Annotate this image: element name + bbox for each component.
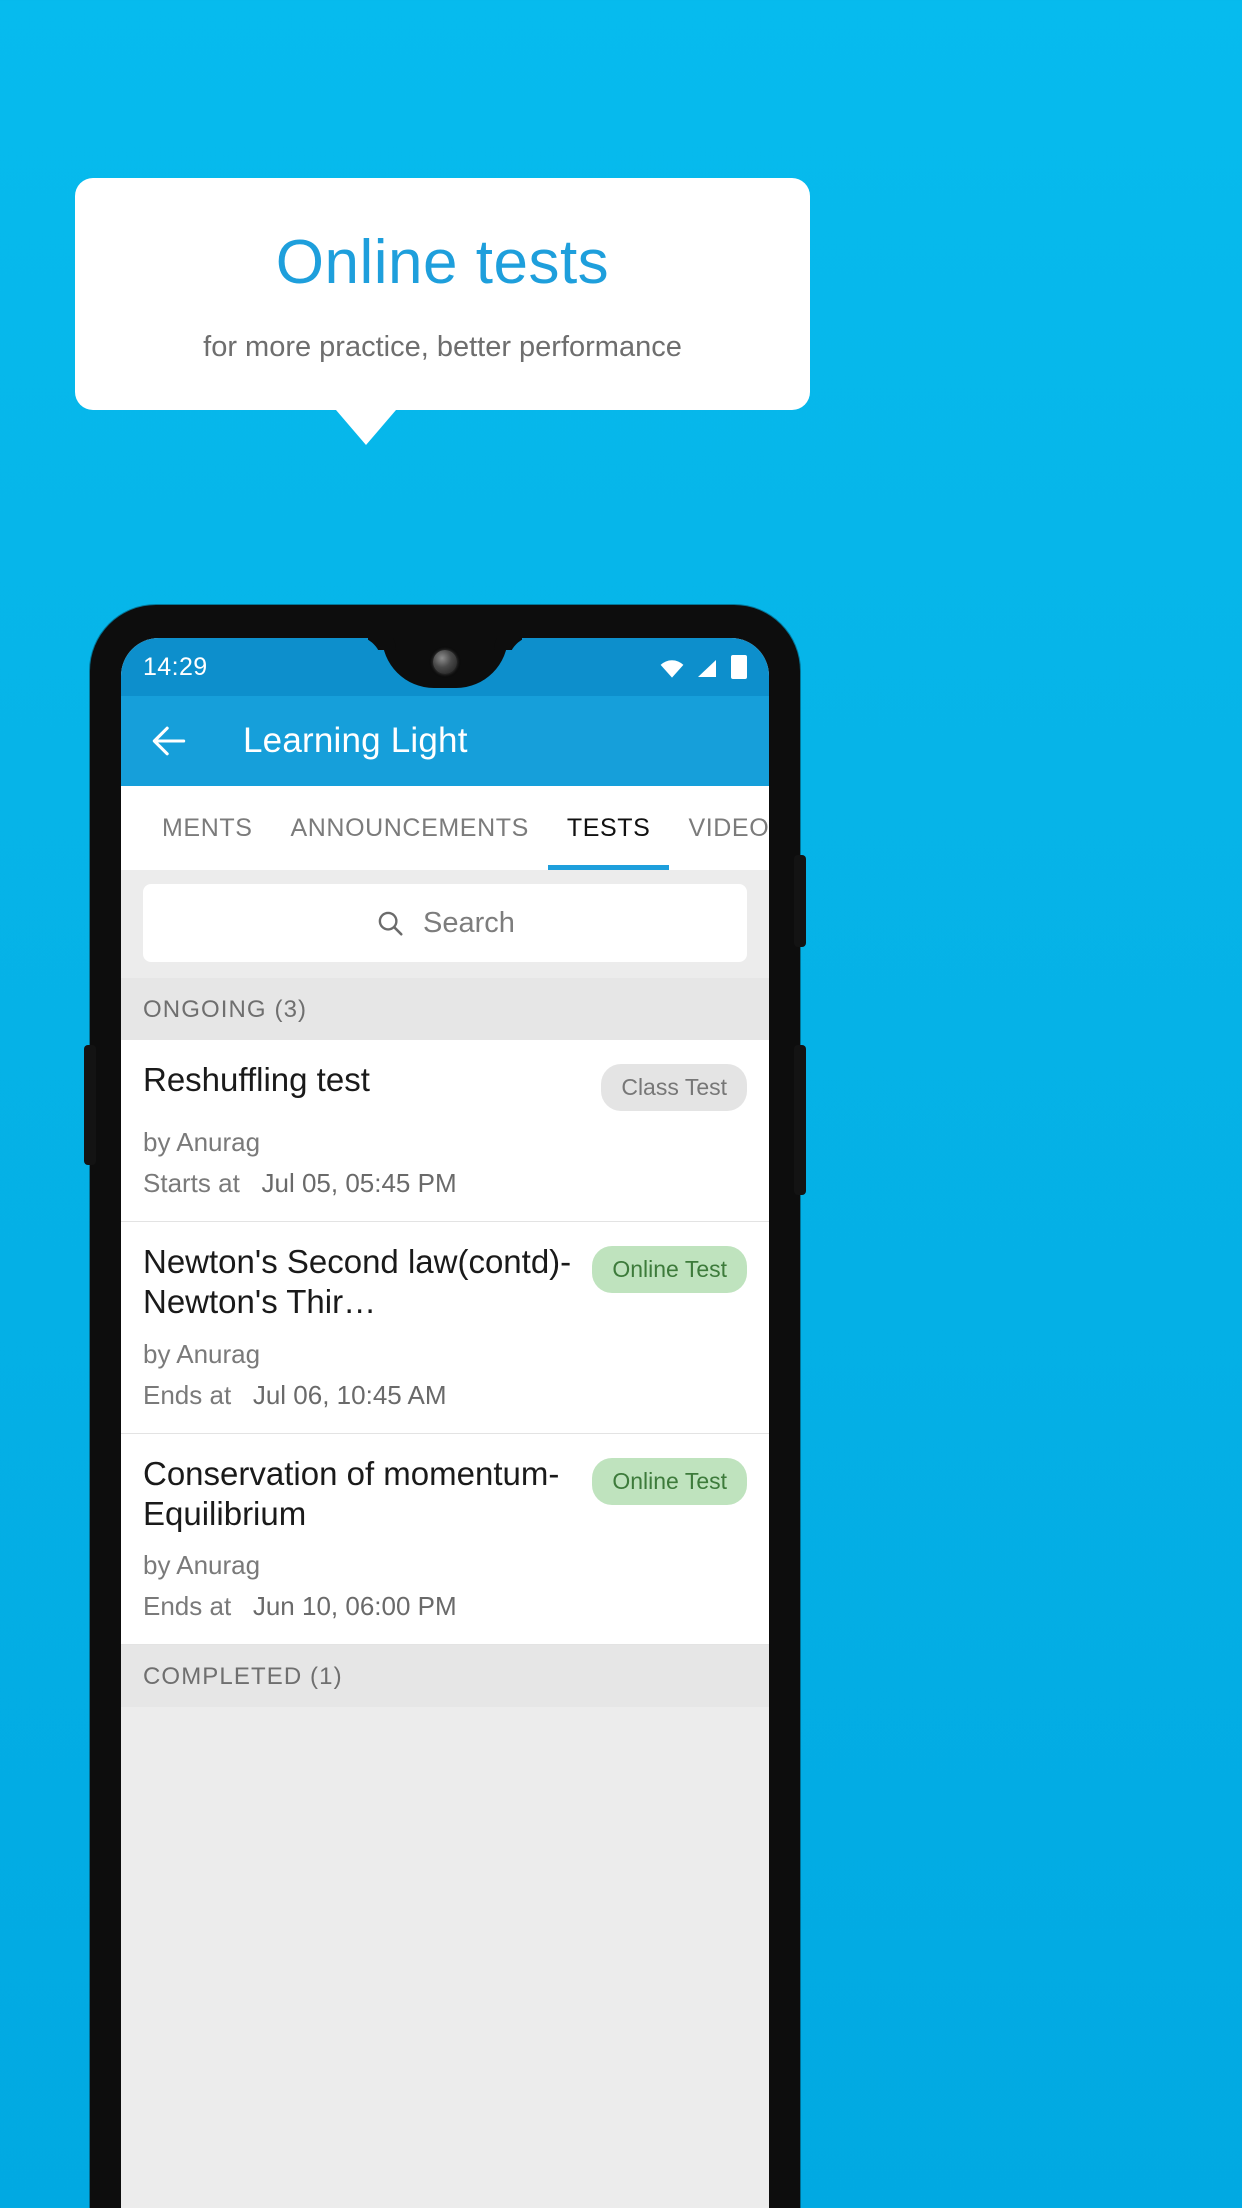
tab-announcements[interactable]: ANNOUNCEMENTS	[272, 786, 548, 870]
test-title: Conservation of momentum-Equilibrium	[143, 1454, 560, 1532]
signal-icon	[698, 660, 716, 677]
test-schedule-label: Ends at	[143, 1379, 232, 1410]
promo-subtitle: for more practice, better performance	[203, 331, 682, 364]
test-schedule-label: Starts at	[143, 1168, 240, 1198]
app-bar: Learning Light	[121, 696, 769, 786]
search-icon	[378, 911, 403, 936]
search-container: Search	[121, 870, 769, 978]
tab-bar: MENTS ANNOUNCEMENTS TESTS VIDEOS	[121, 786, 769, 870]
test-item-header: Reshuffling test Class Test	[143, 1060, 747, 1111]
test-item-header: Conservation of momentum-Equilibrium Onl…	[143, 1454, 747, 1535]
status-badge: Online Test	[592, 1457, 747, 1505]
tab-label: VIDEOS	[688, 813, 769, 842]
test-title: Newton's Second law(contd)-Newton's Thir…	[143, 1243, 572, 1321]
tab-label: TESTS	[566, 813, 651, 842]
test-schedule-label: Ends at	[143, 1591, 232, 1621]
tab-label: MENTS	[162, 813, 253, 842]
section-header-ongoing: ONGOING (3)	[121, 978, 769, 1040]
wifi-icon	[660, 660, 684, 678]
test-list-item[interactable]: Conservation of momentum-Equilibrium Onl…	[121, 1433, 769, 1645]
test-author: by Anurag	[143, 1127, 261, 1157]
search-input[interactable]: Search	[143, 884, 747, 962]
phone-power-button	[794, 855, 806, 947]
back-arrow-icon[interactable]	[147, 719, 191, 763]
test-schedule: Ends at Jun 10, 06:00 PM	[143, 1591, 747, 1622]
page-title: Learning Light	[243, 721, 468, 760]
status-icons	[659, 655, 747, 679]
battery-icon	[731, 655, 747, 679]
promo-card: Online tests for more practice, better p…	[75, 178, 810, 411]
test-author: by Anurag	[143, 1550, 261, 1580]
test-schedule: Ends at Jul 06, 10:45 AM	[143, 1380, 747, 1411]
test-schedule: Starts at Jul 05, 05:45 PM	[143, 1168, 747, 1199]
tab-label: ANNOUNCEMENTS	[290, 813, 529, 842]
test-author: by Anurag	[143, 1338, 261, 1369]
test-schedule-value: Jul 05, 05:45 PM	[261, 1168, 457, 1198]
test-schedule-value: Jul 06, 10:45 AM	[252, 1379, 447, 1410]
section-header-completed: COMPLETED (1)	[121, 1645, 769, 1707]
promo-callout: Online tests for more practice, better p…	[75, 178, 810, 446]
search-placeholder: Search	[423, 906, 515, 939]
front-camera-icon	[433, 650, 457, 674]
tests-list: Search ONGOING (3) Reshuffling test Clas…	[121, 870, 769, 2208]
promo-title: Online tests	[275, 228, 610, 297]
phone-notch	[382, 638, 508, 688]
test-item-header: Newton's Second law(contd)-Newton's Thir…	[143, 1242, 747, 1323]
phone-left-button	[84, 1045, 96, 1165]
status-badge: Class Test	[601, 1064, 747, 1111]
test-list-item[interactable]: Newton's Second law(contd)-Newton's Thir…	[121, 1222, 769, 1434]
tab-videos[interactable]: VIDEOS	[669, 786, 769, 870]
test-schedule-value: Jun 10, 06:00 PM	[252, 1591, 457, 1621]
tab-assignments[interactable]: MENTS	[143, 786, 272, 870]
status-badge: Online Test	[592, 1246, 747, 1293]
phone-screen: 14:29 Learning Light MENTS ANNOUNCEMENTS…	[121, 638, 769, 2208]
status-bar: 14:29	[121, 638, 769, 696]
phone-volume-button	[794, 1045, 806, 1195]
callout-tail-triangle	[335, 410, 396, 446]
tab-tests[interactable]: TESTS	[547, 786, 670, 870]
test-title: Reshuffling test	[143, 1061, 370, 1098]
status-time: 14:29	[143, 652, 208, 681]
phone-mockup: 14:29 Learning Light MENTS ANNOUNCEMENTS…	[84, 605, 806, 2208]
test-list-item[interactable]: Reshuffling test Class Test by Anurag St…	[121, 1040, 769, 1222]
